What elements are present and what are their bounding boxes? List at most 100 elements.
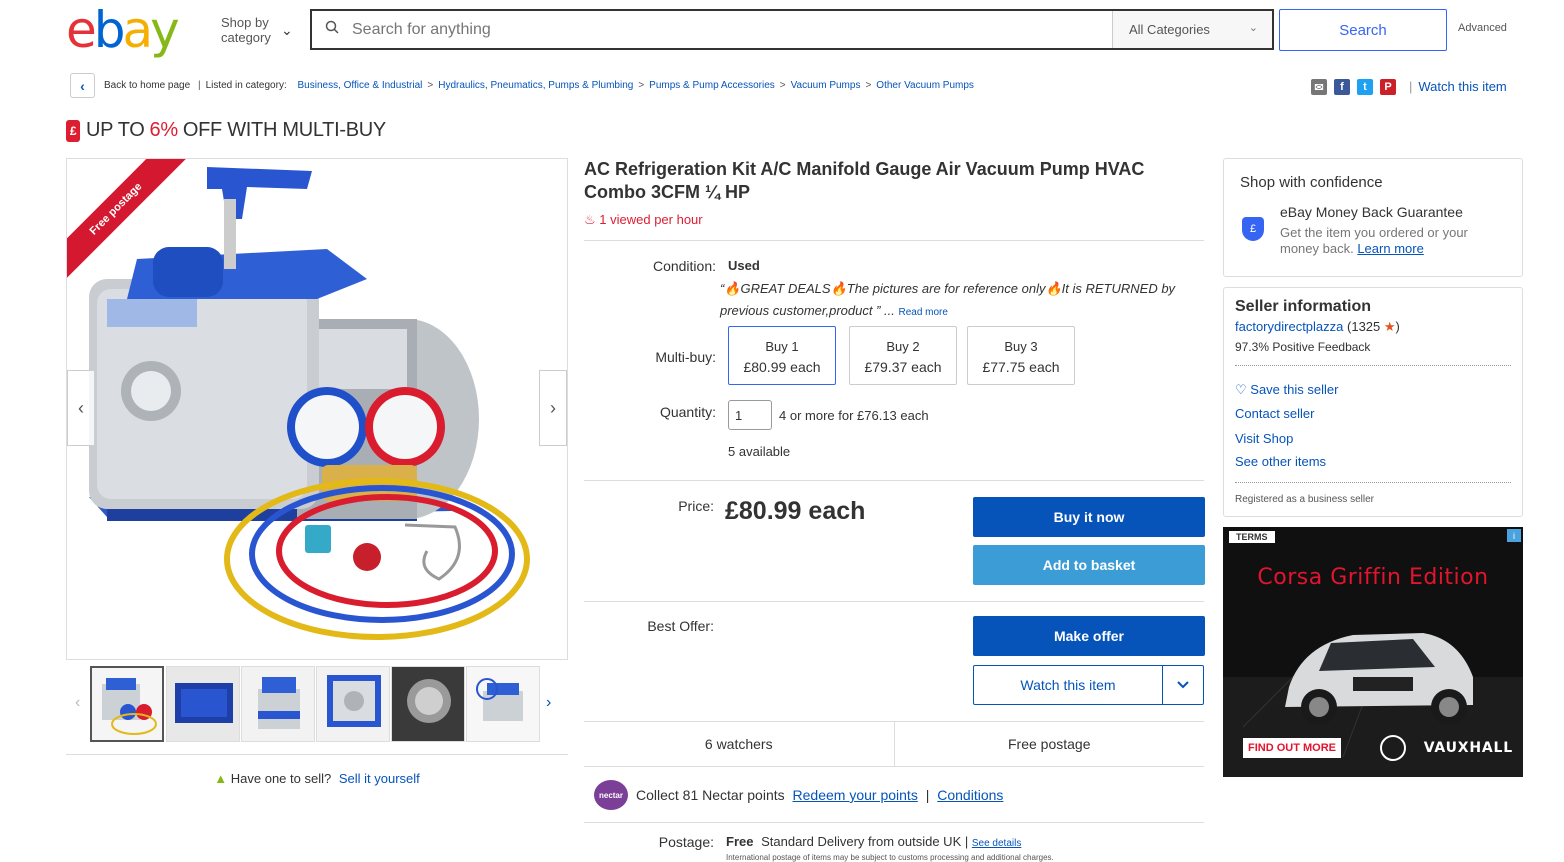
thumbnail[interactable] bbox=[90, 666, 164, 742]
watchers-count: 6 watchers bbox=[704, 736, 773, 752]
sell-it-yourself-link[interactable]: Sell it yourself bbox=[339, 771, 420, 786]
breadcrumb-divider: | bbox=[197, 80, 201, 91]
share-icons: ✉ f t P bbox=[1311, 79, 1396, 95]
redeem-points-link[interactable]: Redeem your points bbox=[793, 787, 918, 803]
contact-seller-link[interactable]: Contact seller bbox=[1235, 406, 1314, 421]
search-icon bbox=[312, 20, 352, 39]
main-product-image[interactable]: Free postage ‹ › bbox=[66, 158, 568, 660]
see-other-items-link[interactable]: See other items bbox=[1235, 454, 1326, 469]
advertisement[interactable]: TERMS i Corsa Griffin Edition FIND OUT M… bbox=[1223, 527, 1523, 777]
thumbnail-image bbox=[467, 667, 539, 741]
ad-info-icon[interactable]: i bbox=[1507, 529, 1521, 542]
feedback-close: ) bbox=[1395, 319, 1400, 334]
multibuy-banner: £ UP TO 6% OFF WITH MULTI-BUY bbox=[66, 119, 386, 142]
promo-percent: 6% bbox=[149, 119, 179, 141]
learn-more-link[interactable]: Learn more bbox=[1357, 241, 1423, 256]
watch-item-button[interactable]: Watch this item bbox=[974, 666, 1163, 704]
chevron-down-icon: ⌄ bbox=[1248, 22, 1258, 34]
breadcrumb-sep: > bbox=[638, 80, 645, 91]
shop-by-category[interactable]: Shop by category ⌄ bbox=[221, 15, 301, 45]
multibuy-option-1[interactable]: Buy 1 £80.99 each bbox=[728, 326, 836, 385]
multibuy-option-3[interactable]: Buy 3 £77.75 each bbox=[967, 326, 1075, 385]
multibuy-option-2[interactable]: Buy 2 £79.37 each bbox=[849, 326, 957, 385]
facebook-icon[interactable]: f bbox=[1334, 79, 1350, 95]
multibuy-price: £77.75 each bbox=[982, 359, 1060, 375]
category-select[interactable]: All Categories ⌄ bbox=[1112, 11, 1272, 48]
divider: | bbox=[1409, 79, 1413, 94]
watch-item-link[interactable]: Watch this item bbox=[1418, 79, 1506, 94]
free-postage-stat: Free postage bbox=[893, 722, 1205, 766]
ad-headline: Corsa Griffin Edition bbox=[1257, 565, 1489, 590]
pinterest-icon[interactable]: P bbox=[1380, 79, 1396, 95]
thumbnail[interactable] bbox=[241, 666, 315, 742]
thumbnail[interactable] bbox=[316, 666, 390, 742]
thumbnail[interactable] bbox=[466, 666, 540, 742]
buy-it-now-button[interactable]: Buy it now bbox=[973, 497, 1205, 537]
category-select-value: All Categories bbox=[1129, 22, 1210, 37]
chevron-down-icon bbox=[1177, 681, 1189, 689]
save-seller-link[interactable]: ♡ Save this seller bbox=[1235, 382, 1338, 398]
chevron-left-icon[interactable]: ‹ bbox=[75, 694, 80, 712]
price-tag-icon: £ bbox=[66, 119, 80, 142]
breadcrumb-item[interactable]: Hydraulics, Pneumatics, Pumps & Plumbing bbox=[438, 80, 633, 91]
email-icon[interactable]: ✉ bbox=[1311, 79, 1327, 95]
make-offer-button[interactable]: Make offer bbox=[973, 616, 1205, 656]
nectar-points: Collect 81 Nectar points Redeem your poi… bbox=[636, 787, 1003, 803]
item-price: £80.99 each bbox=[725, 497, 866, 525]
item-title: AC Refrigeration Kit A/C Manifold Gauge … bbox=[584, 159, 1145, 202]
chevron-down-icon: ⌄ bbox=[281, 22, 293, 38]
save-seller-label: Save this seller bbox=[1250, 382, 1339, 397]
divider bbox=[584, 601, 1204, 602]
promo-suffix: OFF WITH MULTI-BUY bbox=[182, 119, 386, 141]
watch-list-dropdown[interactable] bbox=[1163, 666, 1203, 704]
advanced-search-link[interactable]: Advanced bbox=[1458, 22, 1507, 34]
visit-shop-link[interactable]: Visit Shop bbox=[1235, 431, 1293, 446]
condition-label: Condition: bbox=[652, 258, 716, 274]
thumbnail[interactable] bbox=[391, 666, 465, 742]
ad-terms[interactable]: TERMS bbox=[1229, 531, 1275, 543]
heart-icon: ♡ bbox=[1235, 382, 1247, 397]
search-input[interactable] bbox=[352, 11, 1112, 48]
viewed-per-hour: ♨ 1 viewed per hour bbox=[584, 212, 703, 228]
nectar-logo-icon: nectar bbox=[594, 780, 628, 810]
thumbnail[interactable] bbox=[166, 666, 240, 742]
divider bbox=[1235, 482, 1511, 483]
feedback-count: (1325 bbox=[1347, 319, 1381, 334]
divider: | bbox=[925, 787, 930, 803]
conditions-link[interactable]: Conditions bbox=[937, 787, 1003, 803]
thumbnail-strip: ‹ › bbox=[66, 666, 568, 742]
breadcrumb-item[interactable]: Vacuum Pumps bbox=[791, 80, 861, 91]
back-button[interactable]: ‹ bbox=[70, 73, 95, 98]
twitter-icon[interactable]: t bbox=[1357, 79, 1373, 95]
ebay-logo[interactable]: ebay bbox=[66, 1, 186, 59]
thumbnail-image bbox=[167, 667, 239, 741]
viewed-text: 1 viewed per hour bbox=[599, 212, 703, 227]
international-note: International postage of items may be su… bbox=[726, 853, 1054, 862]
price-tag-icon: ▲ bbox=[214, 771, 228, 786]
back-to-home-link[interactable]: Back to home page bbox=[104, 80, 190, 91]
condition-description: “🔥GREAT DEALS🔥The pictures are for refer… bbox=[720, 278, 1204, 324]
add-to-basket-button[interactable]: Add to basket bbox=[973, 545, 1205, 585]
breadcrumb-item[interactable]: Business, Office & Industrial bbox=[298, 80, 423, 91]
logo-letter-e: e bbox=[66, 1, 97, 59]
breadcrumb-item[interactable]: Other Vacuum Pumps bbox=[876, 80, 974, 91]
vauxhall-logo-icon bbox=[1380, 735, 1406, 761]
breadcrumb-item[interactable]: Pumps & Pump Accessories bbox=[649, 80, 775, 91]
nectar-collect-text: Collect 81 Nectar points bbox=[636, 787, 785, 803]
chevron-right-icon[interactable]: › bbox=[546, 694, 551, 712]
thumbnail-image bbox=[317, 667, 389, 741]
find-out-more-button[interactable]: FIND OUT MORE bbox=[1243, 738, 1341, 758]
seller-name-row: factorydirectplazza (1325 ★) bbox=[1235, 319, 1400, 335]
previous-image-button[interactable]: ‹ bbox=[67, 370, 95, 446]
next-image-button[interactable]: › bbox=[539, 370, 567, 446]
search-bar: All Categories ⌄ bbox=[310, 9, 1274, 50]
multibuy-label: Multi-buy: bbox=[655, 349, 716, 365]
chevron-left-icon: ‹ bbox=[80, 77, 85, 94]
see-details-link[interactable]: See details bbox=[972, 838, 1021, 849]
postage-free: Free bbox=[726, 834, 754, 849]
read-more-link[interactable]: Read more bbox=[898, 307, 947, 318]
quantity-input[interactable]: 1 bbox=[728, 400, 772, 430]
listed-in-label: Listed in category: bbox=[205, 80, 287, 91]
search-button[interactable]: Search bbox=[1279, 9, 1447, 51]
seller-name-link[interactable]: factorydirectplazza bbox=[1235, 319, 1343, 334]
